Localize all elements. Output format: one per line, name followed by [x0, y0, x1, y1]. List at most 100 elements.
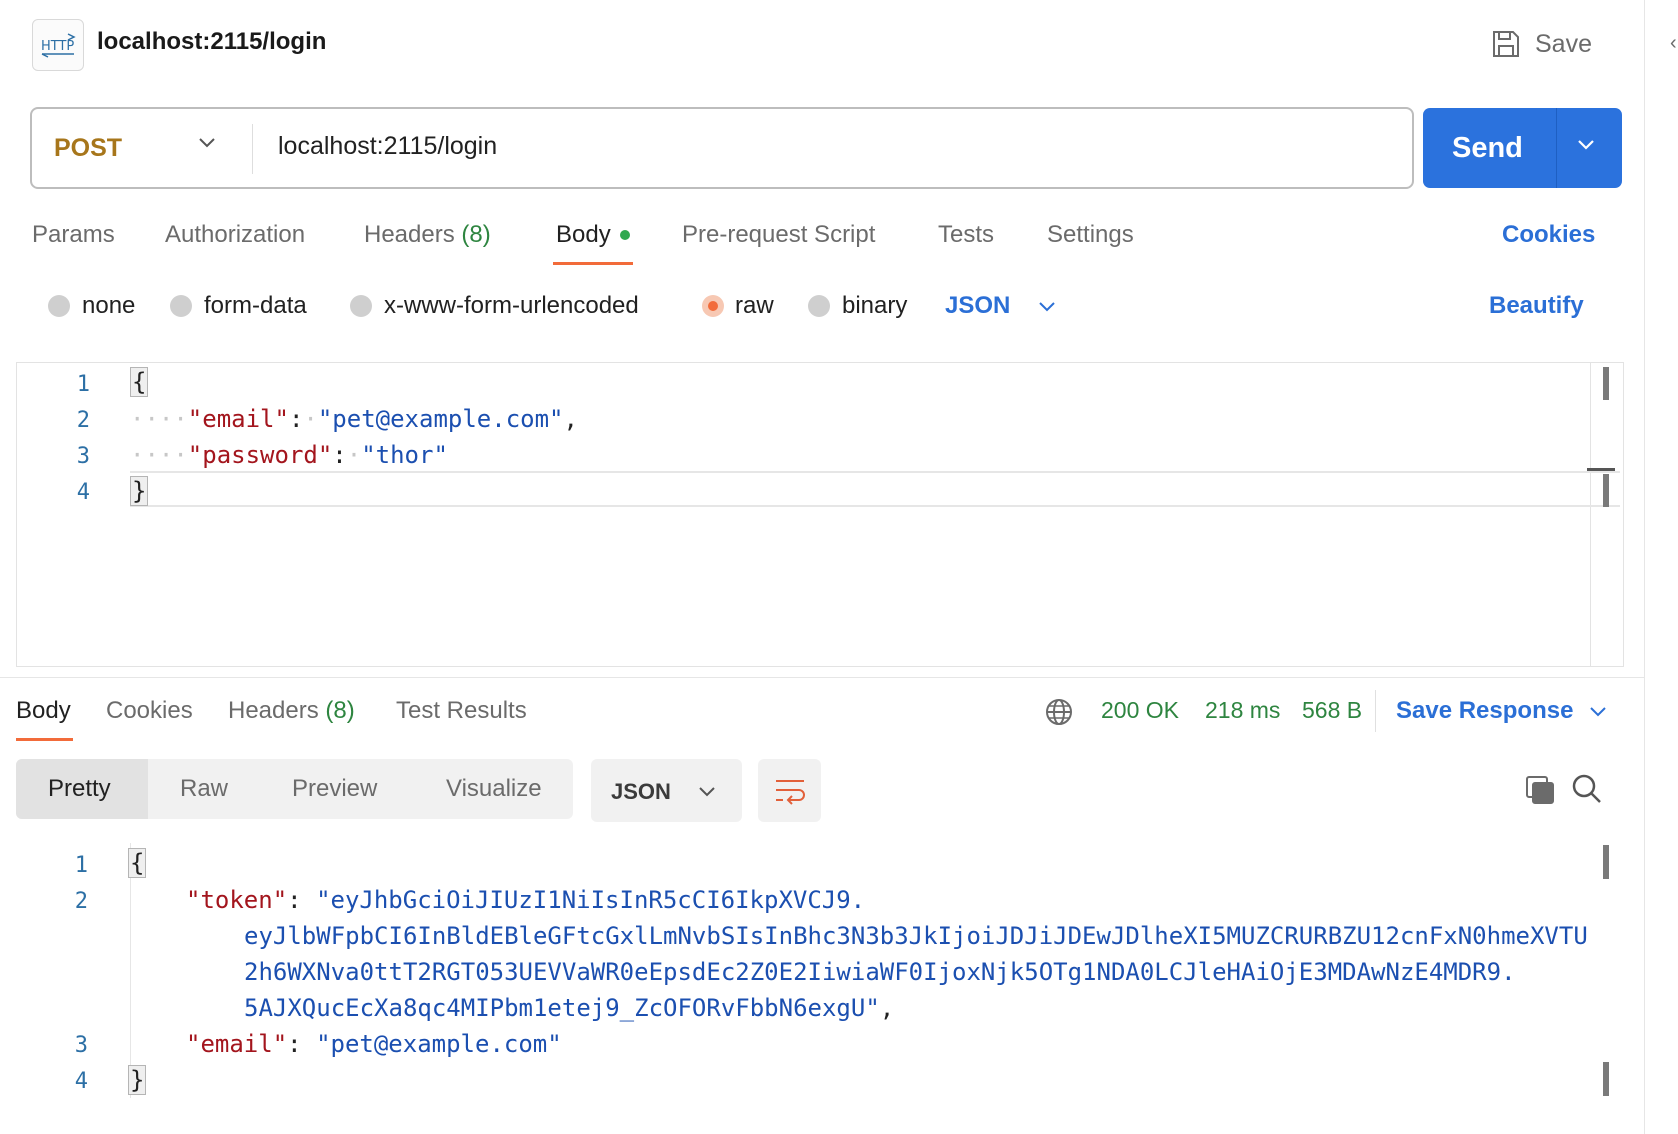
response-tab-body[interactable]: Body [16, 697, 71, 725]
cookies-link[interactable]: Cookies [1502, 221, 1595, 249]
line-number: 1 [74, 853, 88, 878]
collapse-caret-icon[interactable]: ‹ [1670, 32, 1678, 54]
response-time[interactable]: 218 ms [1205, 697, 1280, 724]
response-format-label[interactable]: JSON [611, 779, 671, 805]
copy-icon[interactable] [1524, 774, 1556, 806]
chevron-down-icon[interactable] [1037, 300, 1057, 314]
body-modified-dot [620, 230, 630, 240]
body-format-select[interactable]: JSON [945, 292, 1010, 320]
search-icon[interactable] [1571, 773, 1603, 805]
radio-raw[interactable] [702, 295, 724, 317]
response-scrollbar-thumb[interactable] [1603, 845, 1609, 879]
tab-authorization[interactable]: Authorization [165, 221, 305, 249]
radio-binary-label[interactable]: binary [842, 292, 907, 320]
chevron-down-icon[interactable] [1588, 705, 1608, 719]
response-code-line: } [128, 1065, 147, 1095]
line-number: 2 [74, 889, 88, 914]
tab-pre-request-script[interactable]: Pre-request Script [682, 221, 875, 249]
token-value-line: 5AJXQucEcXa8qc4MIPbm1etej9_ZcOFORvFbbN6e… [244, 994, 880, 1022]
chevron-down-icon[interactable] [197, 135, 217, 149]
response-scrollbar-thumb-lower[interactable] [1603, 1062, 1609, 1096]
response-tab-cookies[interactable]: Cookies [106, 697, 193, 725]
code-line: ····"password":·"thor" [130, 441, 448, 469]
chevron-down-icon[interactable] [697, 785, 717, 799]
editor-scrollbar-thumb-lower[interactable] [1603, 474, 1609, 507]
tab-tests[interactable]: Tests [938, 221, 994, 249]
tab-headers-count: (8) [461, 221, 491, 248]
json-value: "pet@example.com" [316, 1030, 562, 1058]
scroll-position-marker [1587, 468, 1615, 471]
json-value: "thor" [361, 441, 448, 469]
request-title[interactable]: localhost:2115/login [97, 28, 326, 56]
radio-form-data-label[interactable]: form-data [204, 292, 307, 320]
url-bar [30, 107, 1414, 189]
response-code-line: "email": "pet@example.com" [186, 1030, 562, 1058]
code-line: } [130, 476, 149, 506]
response-size[interactable]: 568 B [1302, 697, 1362, 724]
radio-urlencoded-label[interactable]: x-www-form-urlencoded [384, 292, 639, 320]
close-brace: } [130, 476, 149, 506]
response-separator [0, 677, 1644, 678]
http-request-icon: HTTP [32, 19, 84, 71]
response-tab-headers-label: Headers [228, 697, 319, 724]
save-response-button[interactable]: Save Response [1396, 697, 1573, 725]
radio-binary[interactable] [808, 295, 830, 317]
token-value-line: "eyJhbGciOiJIUzI1NiIsInR5cCI6IkpXVCJ9. [316, 886, 866, 914]
token-value-line: eyJlbWFpbCI6InBldEBleGFtcGxlLmNvbSIsInBh… [244, 922, 1588, 950]
radio-none[interactable] [48, 295, 70, 317]
response-tab-test-results[interactable]: Test Results [396, 697, 527, 725]
status-code[interactable]: 200 OK [1101, 697, 1179, 724]
line-number: 4 [76, 480, 90, 505]
globe-icon[interactable] [1044, 697, 1074, 727]
line-number: 3 [74, 1033, 88, 1058]
url-divider [252, 124, 253, 174]
view-mode-raw[interactable]: Raw [180, 775, 228, 803]
active-line-highlight [130, 471, 1620, 507]
view-mode-preview[interactable]: Preview [292, 775, 377, 803]
send-label[interactable]: Send [1452, 132, 1523, 165]
tab-params[interactable]: Params [32, 221, 115, 249]
code-line: { [130, 367, 149, 397]
active-tab-indicator [553, 262, 633, 265]
json-key: "email" [186, 1030, 288, 1058]
status-divider [1375, 690, 1376, 732]
open-brace: { [128, 848, 147, 878]
radio-urlencoded[interactable] [350, 295, 372, 317]
view-mode-pretty[interactable]: Pretty [48, 775, 111, 803]
json-value: "pet@example.com" [317, 405, 564, 433]
json-key: "email" [187, 405, 289, 433]
url-input[interactable]: localhost:2115/login [278, 132, 497, 161]
wrap-lines-button[interactable] [758, 759, 821, 822]
active-response-tab-indicator [16, 738, 73, 741]
editor-scroll-track [1590, 363, 1591, 666]
response-code-line: "token": "eyJhbGciOiJIUzI1NiIsInR5cCI6Ik… [186, 886, 866, 914]
save-button[interactable]: Save [1491, 24, 1592, 64]
json-key: "password" [187, 441, 333, 469]
tab-headers-label: Headers [364, 221, 455, 248]
http-icon-label: HTTP [41, 39, 74, 54]
radio-none-label[interactable]: none [82, 292, 135, 320]
radio-form-data[interactable] [170, 295, 192, 317]
line-number: 2 [76, 408, 90, 433]
line-number: 3 [76, 444, 90, 469]
save-label: Save [1535, 29, 1592, 58]
send-options-chevron-icon[interactable] [1576, 138, 1596, 152]
tab-headers[interactable]: Headers (8) [364, 221, 491, 249]
close-brace: } [128, 1065, 147, 1095]
line-number: 1 [76, 372, 90, 397]
send-divider [1556, 108, 1557, 188]
save-icon [1493, 31, 1519, 57]
tab-settings[interactable]: Settings [1047, 221, 1134, 249]
response-tab-headers[interactable]: Headers (8) [228, 697, 355, 725]
beautify-button[interactable]: Beautify [1489, 292, 1584, 320]
method-select[interactable]: POST [54, 134, 122, 163]
tab-body[interactable]: Body [556, 221, 611, 249]
json-key: "token" [186, 886, 288, 914]
editor-scrollbar-thumb[interactable] [1603, 367, 1609, 400]
response-indent-guide [130, 843, 131, 1098]
radio-raw-label[interactable]: raw [735, 292, 774, 320]
line-number: 4 [74, 1069, 88, 1094]
token-value-line: 2h6WXNva0ttT2RGT053UEVVaWR0eEpsdEc2Z0E2I… [244, 958, 1516, 986]
view-mode-visualize[interactable]: Visualize [446, 775, 542, 803]
open-brace: { [130, 367, 149, 397]
